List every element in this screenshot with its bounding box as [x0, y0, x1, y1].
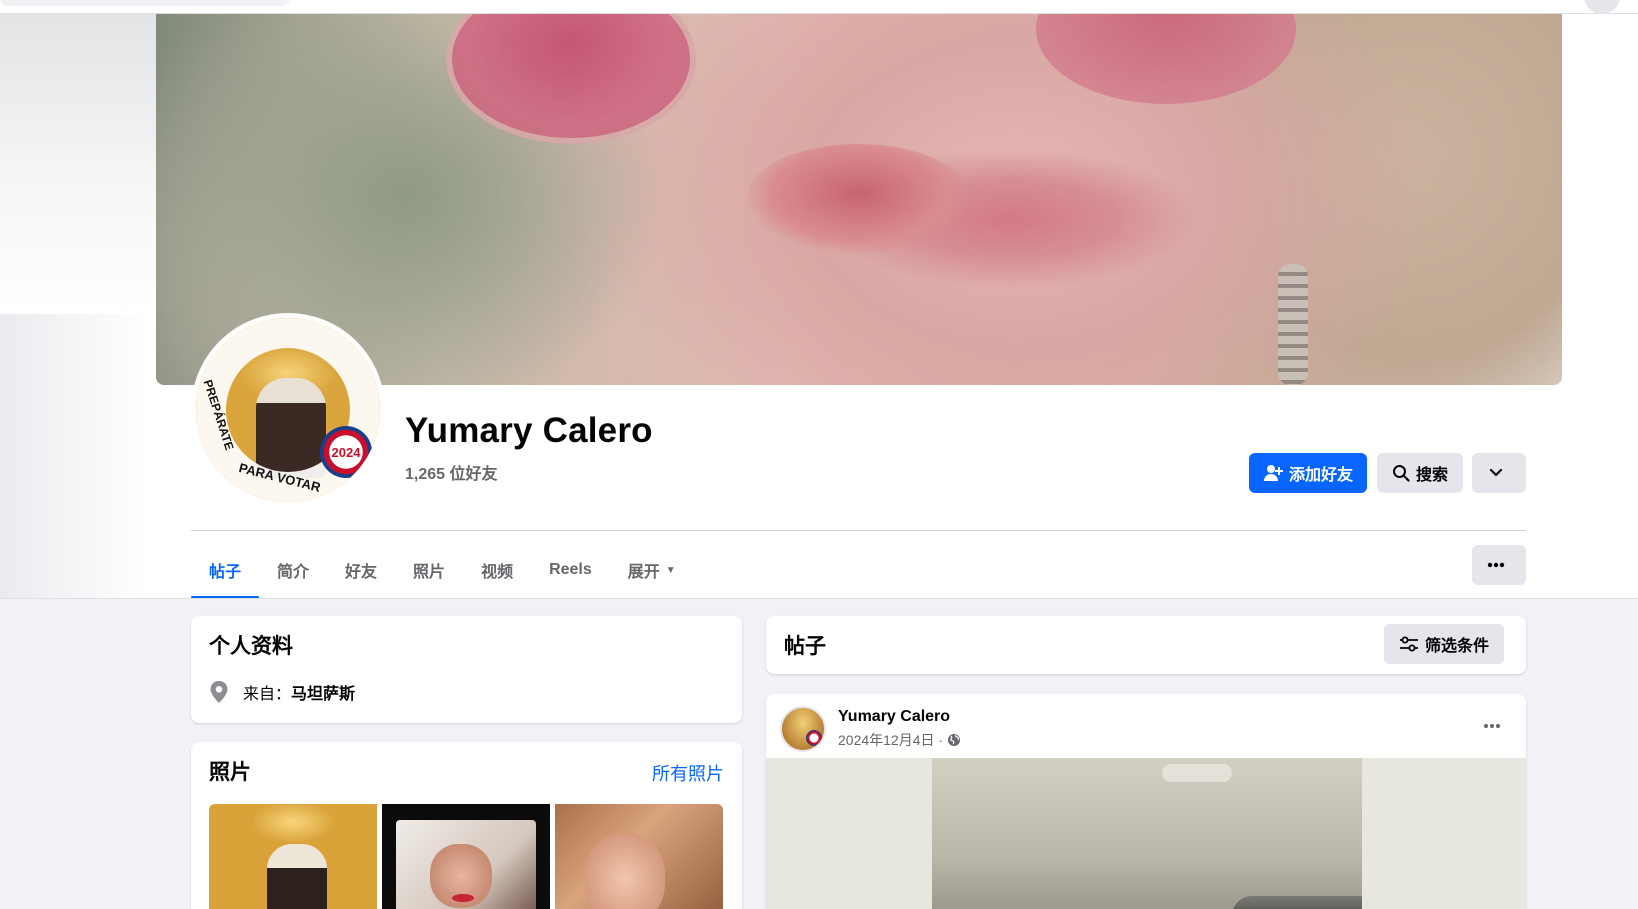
- tab-videos[interactable]: 视频: [463, 542, 531, 598]
- profile-more-dropdown[interactable]: [1472, 453, 1526, 493]
- tab-label: Reels: [549, 561, 592, 578]
- video-ceiling-light: [1162, 764, 1232, 782]
- more-horizontal-icon: [1484, 724, 1500, 728]
- post-author-name[interactable]: Yumary Calero: [838, 708, 950, 726]
- thumbnail-face: [585, 834, 665, 909]
- tab-posts[interactable]: 帖子: [191, 542, 260, 599]
- tab-photos[interactable]: 照片: [395, 542, 463, 598]
- profile-avatar[interactable]: PREPÁRATE PARA VOTAR 2024: [191, 313, 385, 507]
- friends-count[interactable]: 1,265 位好友: [405, 460, 498, 484]
- tab-label: 帖子: [209, 564, 242, 581]
- cover-lips: [746, 144, 971, 254]
- cover-chain: [1278, 264, 1308, 385]
- location-pin-icon: [210, 681, 228, 703]
- add-friend-button[interactable]: 添加好友: [1249, 453, 1367, 493]
- intro-from-row: 来自： 马坦萨斯: [209, 680, 355, 704]
- more-horizontal-icon: [1487, 562, 1505, 568]
- post-options-button[interactable]: [1474, 708, 1510, 744]
- photo-thumbnail[interactable]: [555, 804, 723, 909]
- avatar-vote-badge: [806, 730, 822, 746]
- intro-card: 个人资料 来自： 马坦萨斯: [191, 616, 742, 723]
- posts-title: 帖子: [784, 635, 826, 658]
- posts-header-card: 帖子 筛选条件: [766, 616, 1526, 674]
- add-friend-icon: [1263, 465, 1283, 481]
- tab-reels[interactable]: Reels: [531, 542, 610, 598]
- tab-friends[interactable]: 好友: [327, 542, 395, 598]
- post-media[interactable]: [766, 758, 1526, 909]
- tab-about[interactable]: 简介: [259, 542, 327, 598]
- search-label: 搜索: [1415, 467, 1448, 484]
- tab-label: 简介: [277, 564, 310, 581]
- all-photos-link[interactable]: 所有照片: [652, 760, 724, 786]
- cover-sunglasses-right: [1036, 14, 1296, 104]
- thumbnail-lips: [452, 894, 474, 902]
- tab-label: 照片: [413, 564, 446, 581]
- search-profile-button[interactable]: 搜索: [1377, 453, 1463, 493]
- profile-tabs: 帖子 简介 好友 照片 视频 Reels 展开 ▼: [191, 542, 694, 599]
- caret-down-icon: ▼: [665, 564, 676, 576]
- chevron-down-icon: [1489, 468, 1503, 477]
- intro-from-label: 来自：: [243, 686, 292, 703]
- tab-label: 好友: [345, 564, 378, 581]
- add-friend-label: 添加好友: [1288, 467, 1353, 484]
- tab-more[interactable]: 展开 ▼: [610, 542, 694, 598]
- intro-title: 个人资料: [209, 635, 293, 658]
- tabs-more-options-button[interactable]: [1472, 545, 1526, 585]
- filters-button[interactable]: 筛选条件: [1384, 624, 1504, 664]
- header-divider: [191, 530, 1526, 531]
- globe-icon: [948, 734, 961, 746]
- avatar-badge-year: 2024: [329, 444, 363, 460]
- tab-label: 视频: [481, 564, 514, 581]
- video-foreground-object: [1232, 896, 1362, 909]
- post-card: Yumary Calero 2024年12月4日 ·: [766, 694, 1526, 909]
- account-menu-button[interactable]: [1584, 0, 1620, 14]
- post-author-avatar[interactable]: [780, 706, 826, 752]
- top-navigation-bar: [0, 0, 1638, 14]
- intro-from-value[interactable]: 马坦萨斯: [291, 680, 355, 704]
- photos-title: 照片: [209, 761, 251, 784]
- header-bottom-border: [0, 598, 1638, 599]
- photo-thumbnail[interactable]: [382, 804, 550, 909]
- filter-sliders-icon: [1399, 636, 1418, 652]
- photo-thumbnail[interactable]: [209, 804, 377, 909]
- cover-photo[interactable]: [156, 14, 1562, 385]
- post-video-frame[interactable]: [932, 758, 1362, 909]
- cover-sunglasses-left: [446, 14, 696, 144]
- post-meta: 2024年12月4日 ·: [838, 730, 961, 750]
- profile-name: Yumary Calero: [405, 411, 653, 450]
- thumbnail-figure: [267, 844, 327, 909]
- filters-label: 筛选条件: [1424, 638, 1489, 655]
- header-shade: [0, 14, 156, 314]
- search-icon: [1392, 465, 1410, 482]
- post-date[interactable]: 2024年12月4日 ·: [838, 730, 943, 750]
- avatar-vote-badge: 2024: [320, 426, 372, 478]
- search-bar[interactable]: [0, 0, 290, 6]
- photos-card: 照片 所有照片: [191, 742, 742, 909]
- tab-label: 展开: [627, 564, 660, 581]
